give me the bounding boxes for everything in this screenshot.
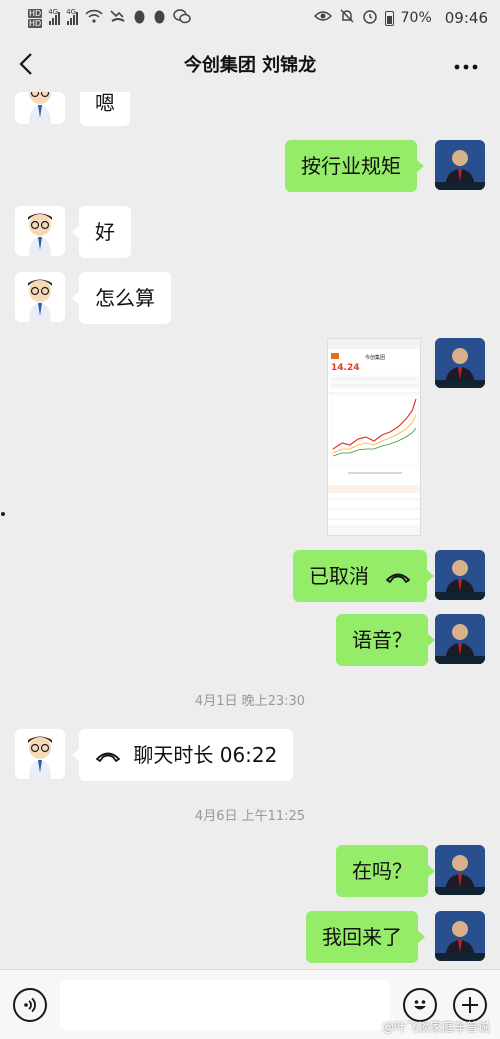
eye-icon (313, 10, 332, 26)
cartoon-avatar-icon (28, 279, 52, 322)
message-bubble-10[interactable]: 在吗？ (336, 845, 435, 897)
wifi-icon (85, 9, 103, 27)
message-bubble-3[interactable]: 怎么算 (72, 272, 171, 324)
timestamp: 4月6日 上午11:25 (194, 809, 306, 824)
page-title: 今创集团 刘锦龙 (183, 55, 317, 76)
message-text: 我回来了 (322, 925, 402, 949)
alarm-icon (362, 8, 378, 28)
chat-header: 今创集团 刘锦龙 (0, 36, 500, 92)
status-left: HD HD 4G 4G (28, 8, 191, 28)
cartoon-avatar-icon (28, 213, 52, 256)
watermark: @叶飞谈家庭车普说 (381, 1020, 490, 1034)
stock-chart-thumbnail: 今创集团 14.24 (328, 339, 420, 535)
message-text: 按行业规矩 (301, 154, 401, 178)
cartoon-avatar-icon (28, 736, 52, 779)
status-bar: HD HD 4G 4G 70% 09:46 (0, 0, 500, 36)
self-avatar[interactable] (435, 338, 485, 388)
message-text: 怎么算 (95, 286, 155, 310)
thumb-price: 14.24 (331, 363, 359, 373)
network-type-2: 4G (66, 7, 77, 16)
self-avatar[interactable] (435, 140, 485, 190)
signal-icon-1: 4G (48, 8, 61, 25)
message-bubble-0[interactable]: 嗯 (80, 92, 130, 126)
timestamp: 4月1日 晚上23:30 (194, 694, 306, 709)
message-bubble-8[interactable]: 聊天时长 06:22 (71, 729, 294, 781)
hd-indicators: HD HD (28, 8, 43, 28)
wechat-icon (173, 8, 191, 28)
contact-avatar[interactable] (15, 729, 65, 779)
battery-percent: 70% (400, 10, 432, 26)
mute-bell-icon (339, 8, 355, 28)
message-bubble-1[interactable]: 按行业规矩 (285, 140, 424, 192)
self-avatar[interactable] (435, 845, 485, 895)
clock: 09:46 (444, 9, 488, 27)
phone-hangup-icon (386, 573, 411, 583)
message-bubble-2[interactable]: 好 (72, 206, 131, 258)
message-input[interactable] (60, 980, 390, 1030)
phone-hangup-icon (96, 752, 120, 762)
self-avatar[interactable] (435, 550, 485, 600)
thumb-title: 今创集团 (365, 354, 385, 361)
cartoon-avatar-icon (29, 92, 51, 124)
voice-icon (24, 997, 36, 1013)
notification-penguin-icon-2 (153, 9, 166, 28)
self-avatar[interactable] (435, 614, 485, 664)
message-text: 嗯 (95, 91, 115, 115)
news-anchor-avatar-icon (435, 550, 485, 600)
stock-screenshot-message[interactable]: 今创集团 14.24 (327, 338, 421, 536)
more-dots-icon (454, 64, 478, 70)
contact-avatar[interactable] (15, 92, 65, 124)
news-anchor-avatar-icon (435, 338, 485, 388)
message-text: 已取消 (309, 564, 369, 588)
message-text: 好 (95, 220, 115, 244)
emoji-button[interactable] (403, 988, 437, 1022)
status-right: 70% 09:46 (313, 8, 488, 28)
chevron-left-icon (19, 53, 32, 75)
news-anchor-avatar-icon (435, 614, 485, 664)
self-avatar[interactable] (435, 911, 485, 961)
contact-avatar[interactable] (15, 206, 65, 256)
news-anchor-avatar-icon (435, 911, 485, 961)
voice-button[interactable] (13, 988, 47, 1022)
news-anchor-avatar-icon (435, 845, 485, 895)
battery-icon (384, 10, 394, 26)
network-type-1: 4G (48, 7, 59, 16)
stray-dot (1, 512, 5, 516)
message-bubble-11[interactable]: 我回来了 (306, 911, 425, 963)
plus-icon (462, 997, 478, 1013)
message-bubble-6[interactable]: 语音？ (336, 614, 435, 666)
message-text: 聊天时长 06:22 (133, 743, 278, 767)
news-anchor-avatar-icon (435, 140, 485, 190)
signal-icon-2: 4G (66, 8, 79, 25)
more-button[interactable] (454, 52, 478, 77)
notification-penguin-icon (133, 9, 146, 28)
hd-indicator-2: HD (28, 18, 43, 28)
input-bar: @叶飞谈家庭车普说 (0, 969, 500, 1039)
contact-avatar[interactable] (15, 272, 65, 322)
emoji-icon (414, 1000, 426, 1010)
message-text: 在吗？ (352, 859, 412, 883)
hd-indicator-1: HD (28, 8, 43, 18)
message-bubble-5[interactable]: 已取消 (293, 550, 435, 602)
more-functions-button[interactable] (453, 988, 487, 1022)
back-button[interactable] (14, 50, 40, 78)
missed-call-icon (110, 9, 126, 27)
message-text: 语音？ (352, 628, 412, 652)
